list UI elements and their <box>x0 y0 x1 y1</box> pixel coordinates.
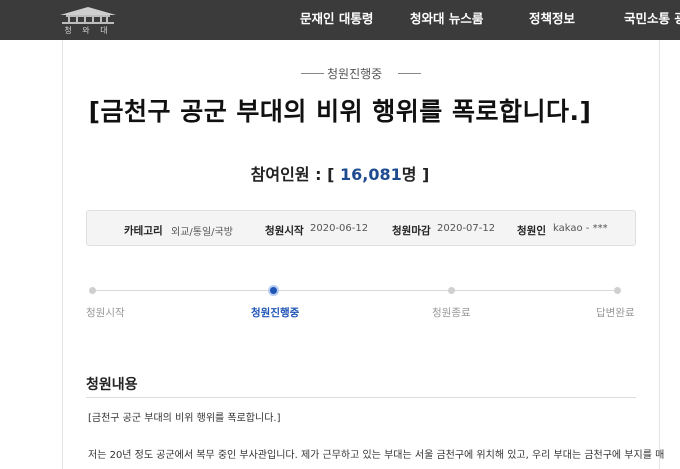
progress-label-ongoing: 청원진행중 <box>251 307 300 319</box>
progress-dot-answered <box>614 287 621 294</box>
content-divider <box>86 397 636 398</box>
progress-label-answered: 답변완료 <box>596 307 635 319</box>
content-title-line: [금천구 공군 부대의 비위 행위를 폭로합니다.] <box>88 413 281 424</box>
author-value: kakao - *** <box>553 223 608 234</box>
start-date-label: 청원시작 <box>265 225 304 237</box>
logo-text: 청 와 대 <box>64 26 112 35</box>
petition-status: 청원진행중 <box>327 67 383 81</box>
progress-label-start: 청원시작 <box>86 307 125 319</box>
category-value: 외교/통일/국방 <box>171 227 233 238</box>
content-body-line: 저는 20년 정도 공군에서 복무 중인 부사관입니다. 제가 근무하고 있는 … <box>88 450 665 461</box>
progress-track <box>92 290 618 291</box>
petition-title: [금천구 공군 부대의 비위 행위를 폭로합니다.] <box>88 97 592 126</box>
start-date-value: 2020-06-12 <box>310 223 369 234</box>
site-logo[interactable]: 청 와 대 <box>52 3 124 37</box>
count-value: 16,081 <box>339 165 402 184</box>
nav-policy[interactable]: 정책정보 <box>529 0 575 40</box>
status-divider-left <box>301 73 324 74</box>
progress-dot-ongoing <box>268 285 279 296</box>
nav-newsroom[interactable]: 청와대 뉴스룸 <box>410 0 483 40</box>
end-date-value: 2020-07-12 <box>437 223 496 234</box>
progress-dot-start <box>89 287 96 294</box>
progress-dot-closed <box>448 287 455 294</box>
top-nav-bar: 청 와 대 문재인 대통령 청와대 뉴스룸 정책정보 국민소통 광 <box>0 0 680 40</box>
nav-communication[interactable]: 국민소통 광 <box>624 0 680 40</box>
petition-info-box: 카테고리 외교/통일/국방 청원시작 2020-06-12 청원마감 2020-… <box>86 210 636 246</box>
content-heading: 청원내용 <box>86 377 138 393</box>
category-label: 카테고리 <box>124 225 163 237</box>
count-label: 참여인원 : [ <box>250 165 335 184</box>
blue-house-emblem-icon <box>60 7 116 24</box>
progress-label-closed: 청원종료 <box>432 307 471 319</box>
nav-president[interactable]: 문재인 대통령 <box>300 0 373 40</box>
end-date-label: 청원마감 <box>392 225 431 237</box>
count-unit: 명 ] <box>401 165 430 184</box>
participant-count: 참여인원 : [ 16,081명 ] <box>0 161 680 185</box>
author-label: 청원인 <box>517 225 546 237</box>
status-divider-right <box>398 73 421 74</box>
